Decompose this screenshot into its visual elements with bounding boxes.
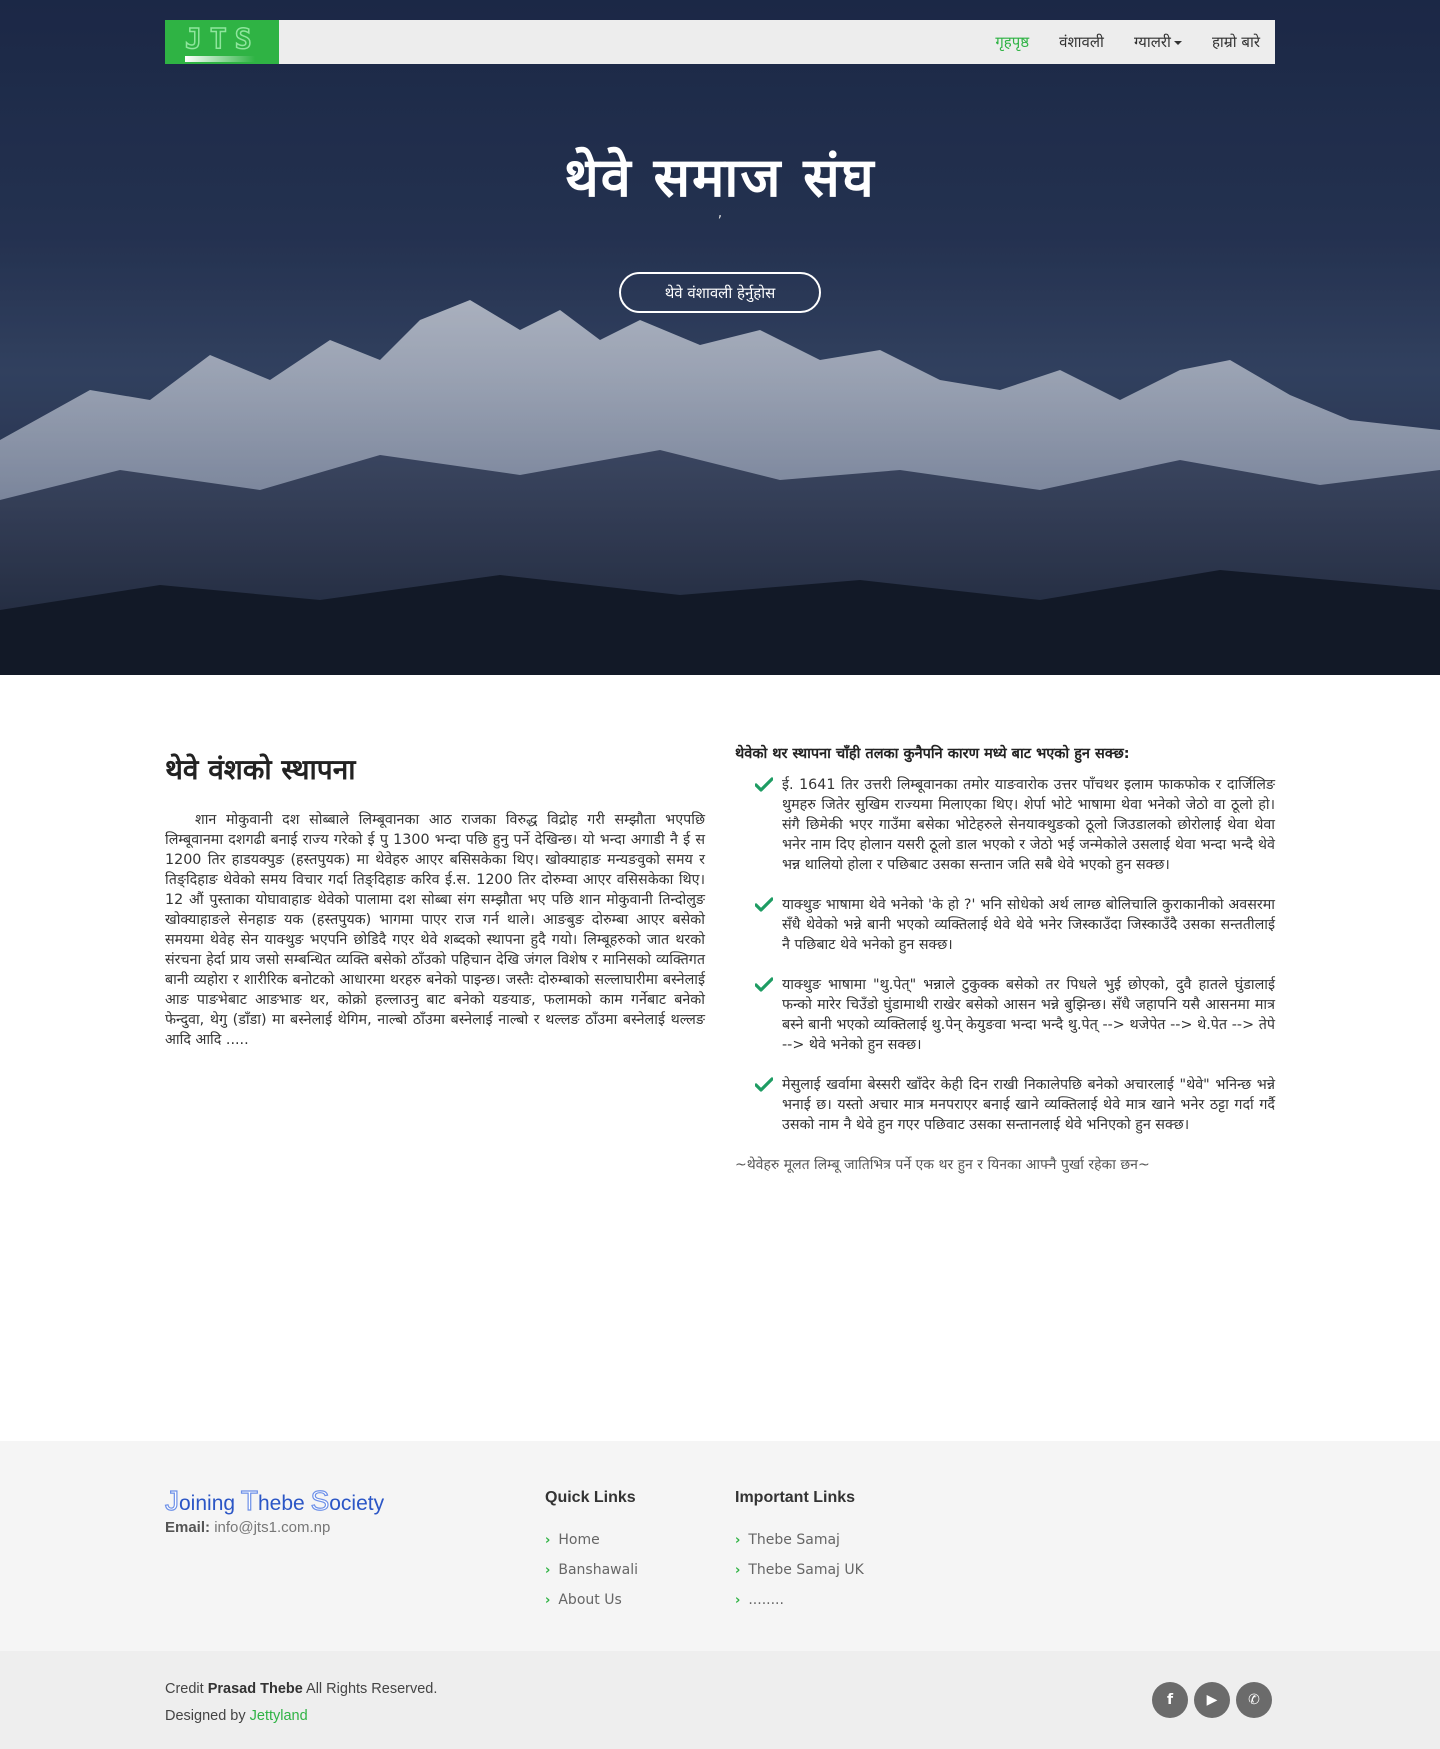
check-icon bbox=[755, 1077, 773, 1092]
footer-link-more[interactable]: ›........ bbox=[735, 1585, 864, 1615]
intro-heading: थेवे वंशको स्थापना bbox=[165, 753, 356, 786]
important-links-title: Important Links bbox=[735, 1489, 856, 1506]
list-item: याक्थुङ भाषामा थेवे भनेको 'के हो ?' भनि … bbox=[735, 895, 1275, 955]
footer-link-thebe-samaj-uk[interactable]: › Thebe Samaj UK bbox=[735, 1555, 864, 1585]
chevron-right-icon: › bbox=[545, 1592, 551, 1608]
chevron-right-icon: › bbox=[545, 1562, 551, 1578]
whatsapp-icon[interactable]: ✆ bbox=[1236, 1682, 1272, 1718]
check-icon bbox=[755, 777, 773, 792]
reasons-list: ई. 1641 तिर उत्तरी लिम्बूवानका तमोर याङव… bbox=[735, 775, 1275, 1135]
footer-email: Email: info@jts1.com.np bbox=[165, 1519, 331, 1536]
bottom-bar: Credit Prasad Thebe All Rights Reserved.… bbox=[0, 1651, 1440, 1749]
footer-link-home[interactable]: › Home bbox=[545, 1525, 638, 1555]
footer-link-banshawali[interactable]: › Banshawali bbox=[545, 1555, 638, 1585]
list-item: ई. 1641 तिर उत्तरी लिम्बूवानका तमोर याङव… bbox=[735, 775, 1275, 875]
hero-title: थेवे समाज संघ bbox=[564, 146, 876, 209]
nav-item-home[interactable]: गृहपृष्ठ bbox=[995, 32, 1029, 52]
credit-text: Credit Prasad Thebe All Rights Reserved.… bbox=[165, 1681, 438, 1724]
quick-links-title: Quick Links bbox=[545, 1489, 636, 1506]
check-icon bbox=[755, 977, 773, 992]
chevron-right-icon: › bbox=[545, 1532, 551, 1548]
brand-logo[interactable]: JTS bbox=[165, 20, 279, 64]
chevron-right-icon: › bbox=[735, 1562, 741, 1578]
intro-section: थेवे वंशको स्थापना शान मोकुवानी दश सोब्ब… bbox=[165, 750, 705, 1050]
check-icon bbox=[755, 897, 773, 912]
email-link[interactable]: info@jts1.com.np bbox=[214, 1519, 330, 1536]
youtube-icon[interactable]: ▶ bbox=[1194, 1682, 1230, 1718]
main-nav: गृहपृष्ठ वंशावली ग्यालरी हाम्रो बारे bbox=[995, 20, 1260, 64]
list-item: मेसुलाई खर्वामा बेस्सरी खाँदेर केही दिन … bbox=[735, 1075, 1275, 1135]
facebook-icon[interactable]: f bbox=[1152, 1682, 1188, 1718]
nav-item-gallery[interactable]: ग्यालरी bbox=[1134, 32, 1182, 52]
intro-paragraph: शान मोकुवानी दश सोब्बाले लिम्बूवानका आठ … bbox=[165, 812, 705, 1048]
quick-links-column: Quick Links › Home › Banshawali › About Us bbox=[545, 1489, 638, 1615]
footer-brand: Joining Thebe Society bbox=[164, 1484, 385, 1516]
dropdown-caret-icon bbox=[1173, 40, 1182, 45]
important-links-column: Important Links › Thebe Samaj › Thebe Sama… bbox=[735, 1489, 864, 1615]
reasons-quote: ~थेवेहरु मूलत लिम्बू जातिभित्र पर्ने एक … bbox=[735, 1157, 1150, 1173]
social-links: f ▶ ✆ bbox=[1152, 1682, 1272, 1718]
nav-item-about[interactable]: हाम्रो बारे bbox=[1212, 32, 1260, 52]
list-item: याक्थुङ भाषामा "थु.पेत्" भन्नाले टुकुक्क… bbox=[735, 975, 1275, 1055]
footer-link-about-us[interactable]: › About Us bbox=[545, 1585, 638, 1615]
hero-section: JTS गृहपृष्ठ वंशावली ग्यालरी हाम्रो बारे… bbox=[0, 0, 1440, 675]
designer-link[interactable]: Jettyland bbox=[250, 1708, 308, 1724]
reasons-heading: थेवेको थर स्थापना चाँही तलका कुनैपनि कार… bbox=[735, 746, 1130, 762]
footer-link-thebe-samaj[interactable]: › Thebe Samaj bbox=[735, 1525, 864, 1555]
chevron-right-icon: › bbox=[735, 1532, 741, 1548]
reasons-section: थेवेको थर स्थापना चाँही तलका कुनैपनि कार… bbox=[735, 743, 1275, 1174]
chevron-right-icon: › bbox=[735, 1592, 741, 1608]
brand-logo-text: JTS bbox=[184, 21, 260, 56]
top-navbar: JTS गृहपृष्ठ वंशावली ग्यालरी हाम्रो बारे bbox=[165, 20, 1275, 64]
view-banshawali-button[interactable]: थेवे वंशावली हेर्नुहोस bbox=[619, 272, 821, 313]
hero-subtitle: , bbox=[717, 205, 723, 221]
footer: Joining Thebe Society Email: info@jts1.c… bbox=[0, 1441, 1440, 1651]
nav-item-banshawali[interactable]: वंशावली bbox=[1059, 32, 1104, 52]
